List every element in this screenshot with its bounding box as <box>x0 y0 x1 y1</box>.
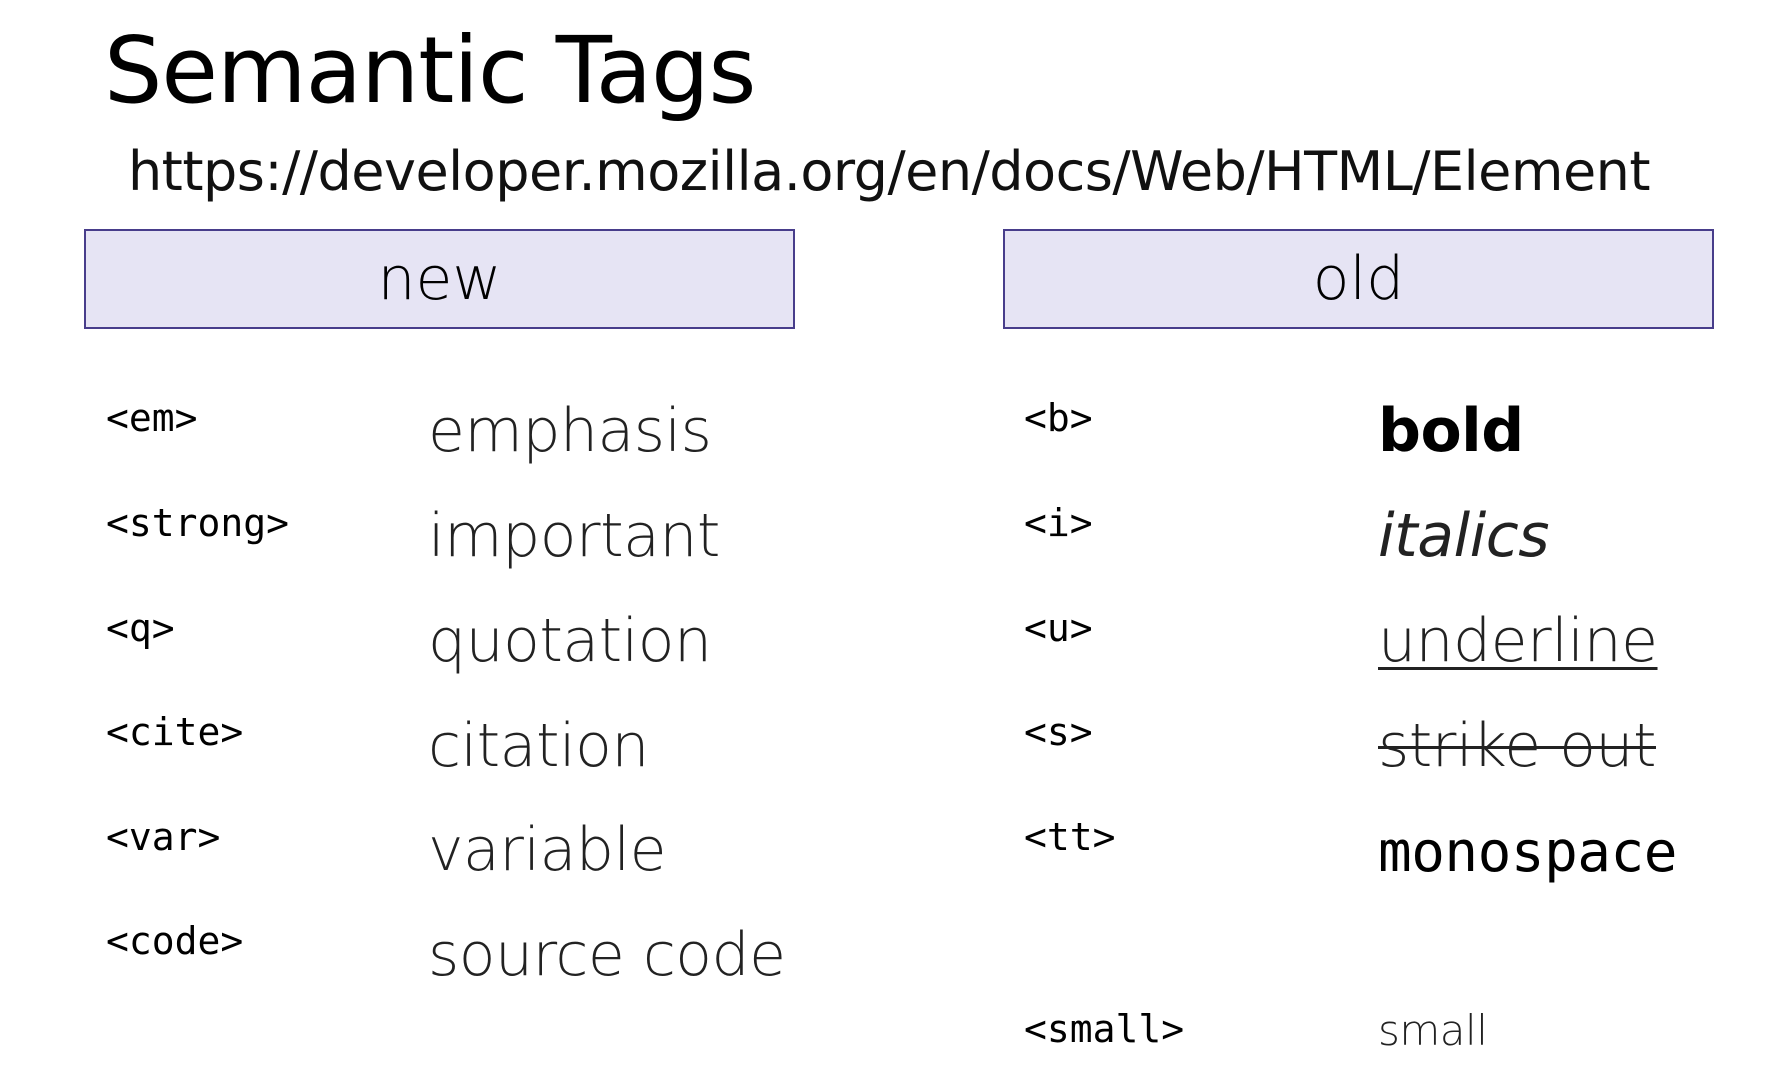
desc-quotation: quotation <box>428 606 712 676</box>
column-header-old: old <box>1003 229 1714 329</box>
desc-italics: italics <box>1378 501 1550 571</box>
desc-important: important <box>428 501 720 571</box>
tag-b: <b> <box>1024 396 1093 440</box>
desc-strike-out: strike out <box>1378 711 1656 781</box>
tag-small: <small> <box>1024 1007 1185 1051</box>
desc-variable: variable <box>428 815 667 885</box>
desc-small: small <box>1378 1006 1488 1055</box>
desc-source-code: source code <box>428 920 786 990</box>
desc-citation: citation <box>428 711 649 781</box>
tag-code: <code> <box>106 919 244 963</box>
tag-cite: <cite> <box>106 710 244 754</box>
tag-tt: <tt> <box>1024 815 1116 859</box>
tag-var: <var> <box>106 815 221 859</box>
tag-u: <u> <box>1024 606 1093 650</box>
tag-strong: <strong> <box>106 501 290 545</box>
tag-em: <em> <box>106 396 198 440</box>
page-title: Semantic Tags <box>104 17 756 124</box>
desc-underline: underline <box>1378 606 1658 676</box>
reference-url: https://developer.mozilla.org/en/docs/We… <box>127 140 1651 203</box>
column-header-new: new <box>84 229 795 329</box>
tag-q: <q> <box>106 606 175 650</box>
desc-bold: bold <box>1378 396 1524 466</box>
tag-s: <s> <box>1024 710 1093 754</box>
tag-i: <i> <box>1024 501 1093 545</box>
desc-monospace: monospace <box>1378 820 1677 885</box>
desc-emphasis: emphasis <box>428 396 712 466</box>
